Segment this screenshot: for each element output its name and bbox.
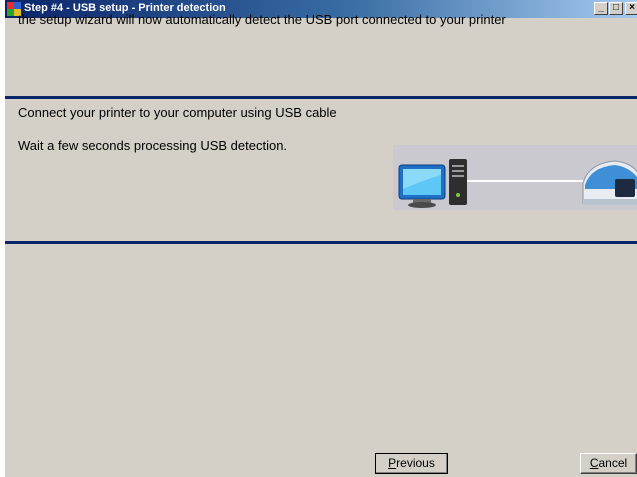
usb-connection-illustration	[393, 145, 637, 210]
divider-top	[5, 96, 637, 99]
computer-icon	[398, 159, 467, 208]
card-printer-icon	[582, 160, 637, 205]
intro-text: the setup wizard will now automatically …	[18, 12, 506, 27]
divider-bottom	[5, 241, 637, 244]
close-button[interactable]: ×	[625, 2, 637, 15]
wizard-window: Step #4 - USB setup - Printer detection …	[5, 0, 637, 477]
minimize-button[interactable]: _	[594, 2, 608, 15]
maximize-button[interactable]: □	[609, 2, 623, 15]
previous-button[interactable]: Previous	[375, 453, 448, 474]
cancel-button[interactable]: Cancel	[580, 453, 637, 474]
wait-instruction: Wait a few seconds processing USB detect…	[18, 138, 288, 153]
connect-instruction: Connect your printer to your computer us…	[18, 105, 337, 120]
